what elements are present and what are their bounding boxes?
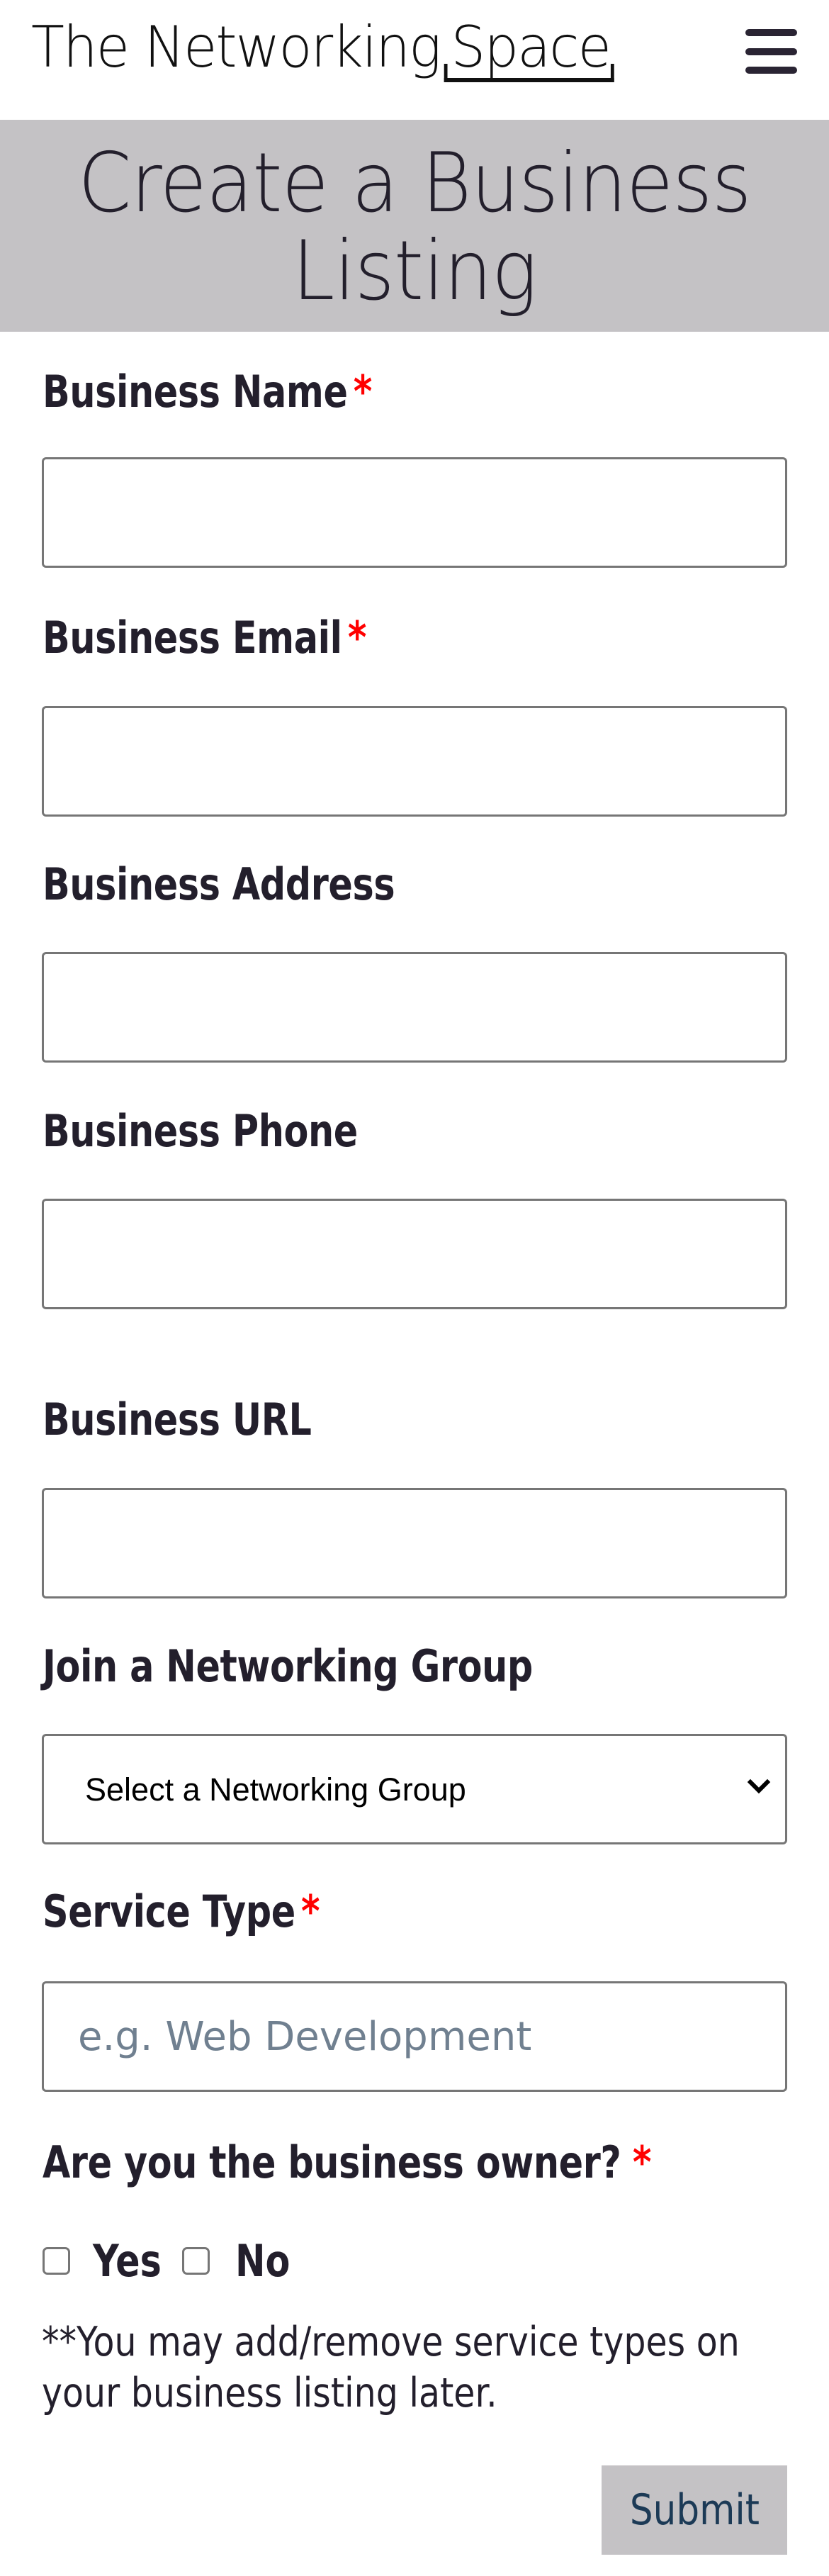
menu-bar-middle: [745, 48, 797, 55]
business-email-label: Business Email *: [43, 613, 366, 663]
required-marker: *: [347, 612, 367, 663]
owner-yes-label[interactable]: Yes: [93, 2233, 162, 2290]
business-address-input[interactable]: [42, 952, 787, 1063]
owner-no-label[interactable]: No: [235, 2233, 290, 2290]
service-type-label: Service Type *: [43, 1887, 320, 1937]
business-url-input[interactable]: [42, 1488, 787, 1598]
business-name-label: Business Name *: [43, 367, 372, 417]
business-address-label-text: Business Address: [43, 858, 395, 910]
logo-bracket-decoration: [444, 64, 614, 82]
business-owner-options: Yes No: [0, 2233, 496, 2290]
page-title: Create a Business Listing: [78, 135, 752, 319]
required-marker: *: [632, 2137, 652, 2188]
networking-group-select[interactable]: Select a Networking Group: [42, 1734, 787, 1844]
menu-bar-bottom: [745, 67, 797, 74]
page-banner: Create a Business Listing: [0, 120, 829, 332]
service-type-input[interactable]: [42, 1981, 787, 2092]
business-phone-label-text: Business Phone: [43, 1105, 358, 1157]
submit-button[interactable]: Submit: [602, 2465, 787, 2555]
business-address-label: Business Address: [43, 860, 395, 909]
business-email-label-text: Business Email: [43, 612, 342, 663]
business-name-input[interactable]: [42, 457, 787, 568]
required-marker: *: [353, 366, 373, 418]
networking-group-label: Join a Networking Group: [43, 1642, 533, 1691]
site-header: The Networking Space: [0, 0, 829, 120]
owner-yes-checkbox[interactable]: [43, 2247, 70, 2275]
owner-no-checkbox[interactable]: [182, 2247, 210, 2275]
site-logo[interactable]: The Networking Space: [31, 9, 614, 86]
business-owner-label: Are you the business owner? *: [43, 2138, 651, 2188]
business-phone-label: Business Phone: [43, 1107, 358, 1156]
business-email-input[interactable]: [42, 706, 787, 817]
business-url-label-text: Business URL: [43, 1394, 312, 1445]
business-phone-input[interactable]: [42, 1199, 787, 1309]
business-name-label-text: Business Name: [43, 366, 348, 418]
submit-button-label: Submit: [629, 2485, 760, 2535]
networking-group-label-text: Join a Networking Group: [43, 1640, 533, 1692]
menu-bar-top: [745, 29, 797, 36]
service-types-note: **You may add/remove service types on yo…: [42, 2319, 740, 2417]
logo-highlight: Space: [444, 9, 614, 86]
business-owner-label-text: Are you the business owner?: [43, 2137, 621, 2188]
service-type-label-text: Service Type: [43, 1886, 295, 1937]
required-marker: *: [301, 1886, 320, 1937]
logo-text: The Networking: [31, 14, 441, 80]
business-url-label: Business URL: [43, 1394, 312, 1445]
hamburger-menu-icon[interactable]: [744, 27, 799, 78]
